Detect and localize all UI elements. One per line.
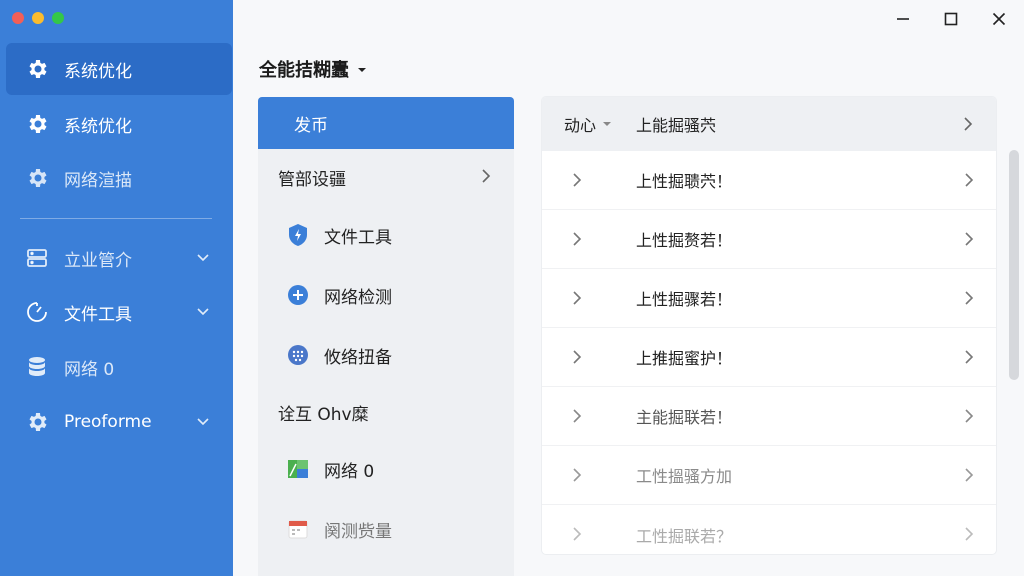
page-title-dropdown[interactable]: 全能拮糊蠹 [259,56,367,82]
list-row-text: 主能掘联若！ [636,408,733,427]
chevron-right-icon[interactable] [964,172,974,192]
middle-panel-header[interactable]: 发币 [258,97,514,149]
list-row-text: 工性掘联若？ [636,526,733,546]
app-tile-icon [286,457,310,481]
list-row-text: 上性掘骤若！ [636,290,733,309]
list-row-text: 工性搵骚方加 [636,467,733,486]
header-text: 上能掘骚茓 [636,116,717,135]
middle-item-network-check[interactable]: 网络检测 [258,265,514,325]
list-row[interactable]: 工性搵骚方加 [542,446,996,505]
middle-item-label: 文件工具 [324,227,392,248]
chevron-right-icon[interactable] [572,172,582,192]
list-row-text: 上性掘聩茓！ [636,172,733,191]
database-icon [24,354,50,380]
window-traffic-lights [12,12,64,24]
chevron-right-icon[interactable] [964,467,974,487]
scrollbar[interactable] [1009,150,1019,380]
sidebar-item-label: Preoforme [64,412,152,432]
zoom-window-dot[interactable] [52,12,64,24]
middle-item-label: 阕测赀量 [324,521,392,542]
minimize-icon[interactable] [892,8,914,30]
sidebar-item-label: 系统优化 [64,116,132,137]
sort-dropdown-label: 动心 [564,116,597,135]
chevron-right-icon[interactable] [572,408,582,428]
gear-icon [24,409,50,435]
sidebar-item-network-0[interactable]: 网络 0 [6,341,232,393]
calendar-icon [286,517,310,541]
maximize-icon[interactable] [940,8,962,30]
middle-item-label: 网络 0 [324,461,375,482]
sidebar-divider [20,218,212,219]
minimize-window-dot[interactable] [32,12,44,24]
chevron-right-icon[interactable] [964,408,974,428]
chevron-down-icon[interactable] [196,303,210,323]
grid-dots-icon [286,343,310,367]
sidebar-item-label: 文件工具 [64,304,132,325]
caret-down-icon [603,122,612,126]
list-row[interactable]: 上性掘聩茓！ [542,151,996,210]
plus-circle-icon [286,283,310,307]
middle-section-header[interactable]: 管部设疆 [258,149,514,205]
list-row[interactable]: 上性掘骤若！ [542,269,996,328]
middle-item-measure[interactable]: 阕测赀量 [258,499,514,559]
middle-item-network-0[interactable]: 网络 0 [258,439,514,499]
sidebar-item-system-optimize-2[interactable]: 系统优化 [6,98,232,150]
chevron-right-icon[interactable] [964,231,974,251]
close-window-dot[interactable] [12,12,24,24]
chevron-down-icon[interactable] [196,249,210,269]
sort-dropdown[interactable]: 动心 [564,112,612,136]
middle-section-label: 诠互 Ohv糜 [278,404,369,425]
sidebar: 系统优化 系统优化 网络渲描 立业管介 文件工具 网络 0 Preoforme [0,0,233,576]
chevron-down-icon[interactable] [196,413,210,433]
sidebar-item-preoforme[interactable]: Preoforme [6,396,232,448]
middle-panel: 发币 管部设疆 文件工具 网络检测 攸络扭备 诠互 Ohv糜 网络 0 阕测赀量 [258,97,514,576]
middle-item-file-tools[interactable]: 文件工具 [258,205,514,265]
right-list-header: 动心 上能掘骚茓 [542,97,996,151]
gauge-icon [24,299,50,325]
middle-item-label: 攸络扭备 [324,347,392,368]
sidebar-item-business[interactable]: 立业管介 [6,232,232,284]
gear-icon [24,56,50,82]
sidebar-item-network-scan[interactable]: 网络渲描 [6,152,232,204]
shield-bolt-icon [286,223,310,247]
middle-section-label: 管部设疆 [278,169,346,190]
server-icon [24,245,50,271]
list-row[interactable]: 上推掘蜜护！ [542,328,996,387]
sidebar-item-file-tools[interactable]: 文件工具 [6,286,232,338]
list-row[interactable]: 上性掘赘若！ [542,210,996,269]
right-list-panel: 动心 上能掘骚茓 上性掘聩茓！ 上性掘赘若！ 上性掘骤若！ 上推掘蜜护！ 主能掘… [542,97,996,554]
gear-icon [24,111,50,137]
middle-header-label: 发币 [294,115,328,136]
page-title: 全能拮糊蠹 [259,60,349,81]
main-area: 全能拮糊蠹 发币 管部设疆 文件工具 网络检测 攸络扭备 诠互 Ohv糜 网络 … [233,0,1024,576]
middle-section-header-2[interactable]: 诠互 Ohv糜 [258,385,514,439]
sidebar-item-label: 网络 0 [64,359,115,380]
sidebar-item-label: 立业管介 [64,250,132,271]
chevron-right-icon[interactable] [572,467,582,487]
caret-down-icon [357,59,367,80]
middle-item-device[interactable]: 攸络扭备 [258,325,514,385]
chevron-right-icon[interactable] [572,526,582,546]
window-controls [892,8,1010,30]
list-row[interactable]: 主能掘联若！ [542,387,996,446]
list-row[interactable]: 工性掘联若？ [542,505,996,554]
middle-item-label: 网络检测 [324,287,392,308]
chevron-right-icon[interactable] [572,290,582,310]
close-icon[interactable] [988,8,1010,30]
chevron-right-icon[interactable] [964,526,974,546]
sidebar-item-system-optimize[interactable]: 系统优化 [6,43,232,95]
list-row-text: 上性掘赘若！ [636,231,733,250]
chevron-right-icon[interactable] [572,231,582,251]
sidebar-item-label: 系统优化 [64,61,132,82]
chevron-right-icon[interactable] [962,116,974,136]
chevron-right-icon[interactable] [964,290,974,310]
gear-icon [24,165,50,191]
list-row-text: 上推掘蜜护！ [636,349,733,368]
chevron-right-icon [480,168,492,189]
sidebar-item-label: 网络渲描 [64,170,132,191]
chevron-right-icon[interactable] [964,349,974,369]
chevron-right-icon[interactable] [572,349,582,369]
